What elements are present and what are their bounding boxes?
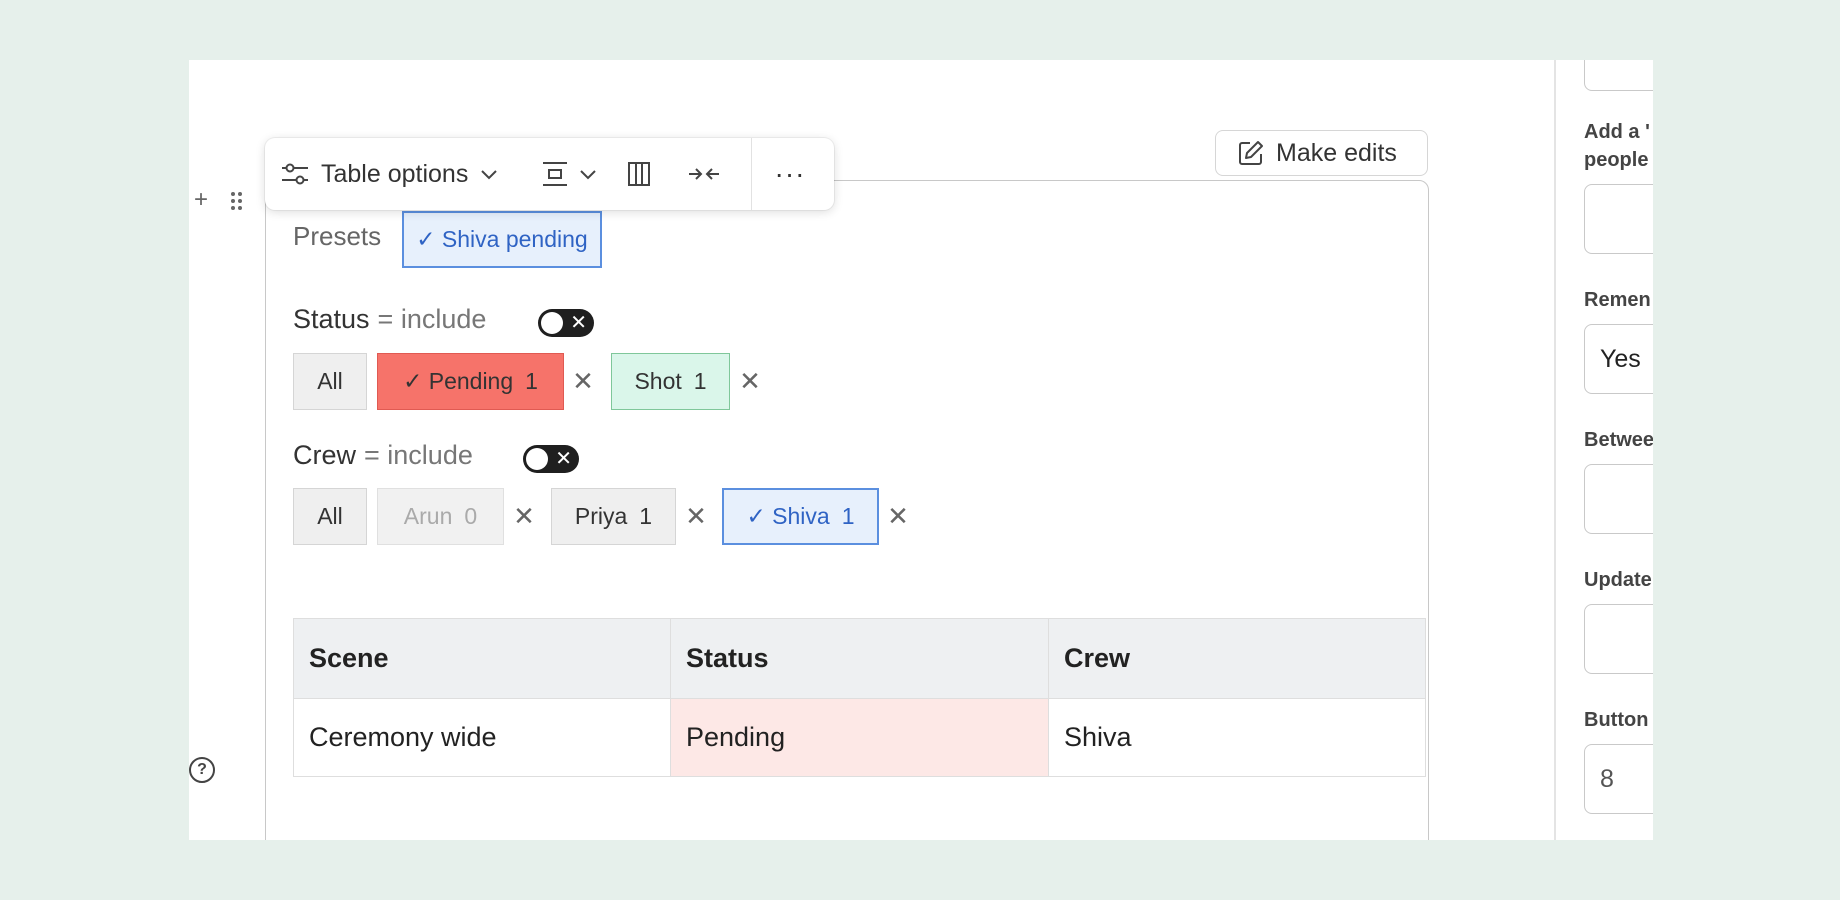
panel-divider — [1554, 60, 1556, 840]
column-header-scene[interactable]: Scene — [293, 618, 671, 699]
settings-field-update[interactable] — [1584, 604, 1653, 674]
remove-shot-icon[interactable]: ✕ — [738, 366, 762, 397]
columns-button[interactable] — [609, 138, 669, 210]
column-header-status[interactable]: Status — [670, 618, 1049, 699]
table-row: Ceremony wide Pending Shiva — [293, 698, 1426, 777]
settings-label-between: Betwee — [1584, 429, 1653, 451]
collapse-width-button[interactable] — [669, 138, 739, 210]
data-table: Scene Status Crew Ceremony wide Pending … — [293, 618, 1426, 777]
make-edits-button[interactable]: Make edits — [1215, 130, 1428, 176]
chip-count: 1 — [525, 368, 538, 394]
chip-label: ✓ Pending — [403, 368, 514, 394]
chip-count: 1 — [693, 368, 707, 394]
chip-count: 1 — [841, 503, 855, 529]
settings-field-remind[interactable]: Yes — [1584, 324, 1653, 394]
settings-label-remind: Remen — [1584, 289, 1651, 311]
status-chip-pending[interactable]: ✓ Pending 1 — [377, 353, 564, 410]
settings-field-button[interactable]: 8 — [1584, 744, 1653, 814]
crew-chip-arun[interactable]: Arun 0 — [377, 488, 504, 545]
row-height-button[interactable] — [529, 138, 609, 210]
chip-count: 0 — [464, 503, 478, 529]
drag-handle-icon[interactable] — [229, 190, 245, 212]
settings-label-line: Add a ' — [1584, 121, 1650, 143]
align-center-icon — [543, 162, 567, 186]
editor-window: + ? Table options ··· Make edits Presets… — [189, 60, 1653, 840]
remove-pending-icon[interactable]: ✕ — [571, 366, 595, 397]
sliders-icon — [282, 163, 308, 185]
crew-filter-mode: = include — [364, 440, 473, 470]
chip-label: Shot — [634, 368, 682, 394]
collapse-arrows-icon — [689, 168, 719, 180]
add-block-icon[interactable]: + — [189, 188, 213, 212]
status-filter-mode: = include — [377, 304, 487, 334]
settings-field-top[interactable] — [1584, 60, 1653, 91]
chevron-down-icon — [580, 170, 596, 180]
chip-label: ✓ Shiva — [746, 503, 830, 529]
table-options-label: Table options — [321, 159, 469, 188]
remove-arun-icon[interactable]: ✕ — [512, 501, 536, 532]
help-icon[interactable]: ? — [189, 757, 215, 783]
status-include-toggle[interactable]: ✕ — [538, 309, 594, 337]
crew-filter-name: Crew — [293, 440, 357, 470]
crew-include-toggle[interactable]: ✕ — [523, 445, 579, 473]
more-icon: ··· — [774, 158, 806, 189]
settings-label-button: Button — [1584, 709, 1649, 731]
column-header-crew[interactable]: Crew — [1048, 618, 1426, 699]
close-icon: ✕ — [555, 448, 572, 470]
presets-label: Presets — [293, 221, 382, 251]
settings-label-line: people — [1584, 149, 1649, 171]
table-toolbar: Table options ··· — [265, 138, 834, 210]
button-value: 8 — [1600, 764, 1614, 793]
status-filter-label: Status = include — [293, 304, 486, 335]
toggle-knob — [541, 312, 563, 334]
remove-shiva-icon[interactable]: ✕ — [886, 501, 910, 532]
edit-icon — [1239, 141, 1263, 165]
table-cell-status[interactable]: Pending — [670, 698, 1049, 777]
settings-field-add[interactable] — [1584, 184, 1653, 254]
chip-count: 1 — [639, 503, 653, 529]
chip-label: Priya — [574, 503, 628, 529]
table-cell-crew[interactable]: Shiva — [1048, 698, 1426, 777]
columns-icon — [628, 162, 650, 186]
table-header-row: Scene Status Crew — [293, 618, 1426, 699]
status-chip-all[interactable]: All — [293, 353, 367, 410]
remind-value: Yes — [1600, 344, 1641, 373]
settings-field-between[interactable] — [1584, 464, 1653, 534]
status-filter-name: Status — [293, 304, 370, 334]
remove-priya-icon[interactable]: ✕ — [684, 501, 708, 532]
toggle-knob — [526, 448, 548, 470]
crew-filter-label: Crew = include — [293, 440, 473, 471]
status-chip-shot[interactable]: Shot 1 — [611, 353, 730, 410]
table-options-button[interactable]: Table options — [265, 138, 529, 210]
preset-chip-shiva-pending[interactable]: ✓ Shiva pending — [402, 211, 602, 268]
chip-label: Arun — [403, 503, 453, 529]
chevron-down-icon — [481, 170, 498, 180]
chip-label: All — [317, 503, 343, 529]
close-icon: ✕ — [570, 312, 587, 334]
crew-chip-priya[interactable]: Priya 1 — [551, 488, 676, 545]
table-cell-scene[interactable]: Ceremony wide — [293, 698, 671, 777]
crew-chip-shiva[interactable]: ✓ Shiva 1 — [722, 488, 879, 545]
crew-chip-all[interactable]: All — [293, 488, 367, 545]
make-edits-label: Make edits — [1276, 138, 1397, 167]
chip-label: All — [317, 368, 343, 394]
settings-label-add: Add a ' people — [1584, 118, 1650, 174]
more-options-button[interactable]: ··· — [752, 138, 828, 210]
settings-label-update: Update — [1584, 569, 1652, 591]
